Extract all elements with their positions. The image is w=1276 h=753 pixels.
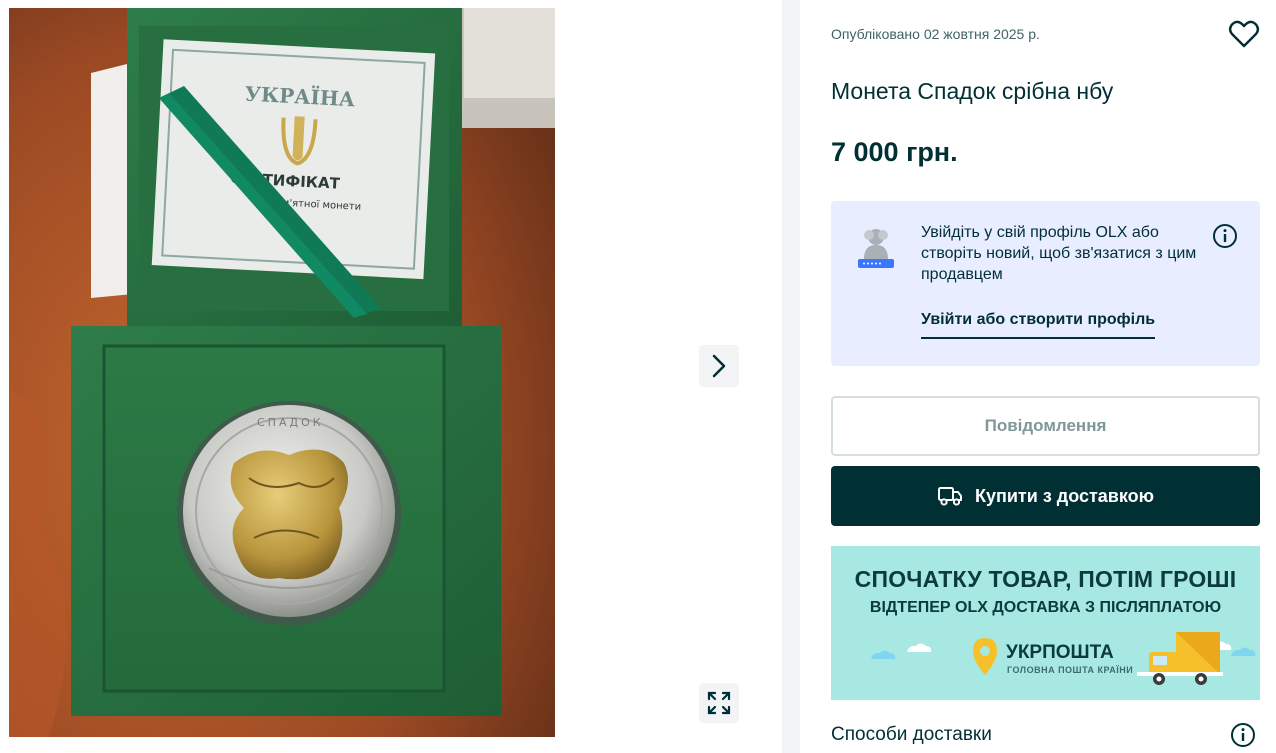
login-link[interactable]: Увійти або створити профіль [921,311,1156,339]
coin-inscription-text: СПАДОК [257,416,324,429]
banner-headline: СПОЧАТКУ ТОВАР, ПОТІМ ГРОШІ [854,566,1237,592]
image-gallery: УКРАЇНА СЕРТИФІКАТ пам'ятної монети СПАД… [0,0,782,753]
listing-details-panel: Опубліковано 02 жовтня 2025 р. Монета Сп… [800,0,1276,753]
buy-button-label: Купити з доставкою [975,485,1154,506]
login-prompt: Увійдіть у свій профіль OLX або створіть… [831,201,1260,366]
ukrposhta-name: УКРПОШТА [1006,642,1114,663]
ukrposhta-logo-icon [973,638,997,675]
listing-title: Монета Спадок срібна нбу [831,78,1114,104]
favorite-button[interactable] [1228,19,1260,49]
login-message: Увійдіть у свій профіль OLX або створіть… [921,224,1197,283]
info-icon[interactable] [1230,722,1256,748]
listing-photo[interactable]: УКРАЇНА СЕРТИФІКАТ пам'ятної монети СПАД… [9,8,555,737]
fullscreen-button[interactable] [699,683,739,723]
message-button[interactable]: Повідомлення [831,396,1260,456]
promo-banner[interactable]: СПОЧАТКУ ТОВАР, ПОТІМ ГРОШІ ВІДТЕПЕР OLX… [831,546,1260,700]
user-avatar-icon [858,229,894,268]
chevron-right-icon [712,354,726,378]
delivery-methods-title: Способи доставки [831,724,992,745]
published-date: Опубліковано 02 жовтня 2025 р. [831,26,1040,42]
delivery-truck-graphic [1137,632,1223,685]
buy-with-delivery-button[interactable]: Купити з доставкою [831,466,1260,526]
next-image-button[interactable] [699,345,739,387]
listing-price: 7 000 грн. [831,137,958,167]
expand-icon [707,691,731,715]
banner-subline: ВІДТЕПЕР OLX ДОСТАВКА З ПІСЛЯПЛАТОЮ [869,599,1222,616]
ukrposhta-tagline: ГОЛОВНА ПОШТА КРАЇНИ [1007,665,1134,675]
info-icon[interactable] [1212,223,1238,249]
truck-icon [938,487,962,506]
heart-icon [1228,20,1260,48]
